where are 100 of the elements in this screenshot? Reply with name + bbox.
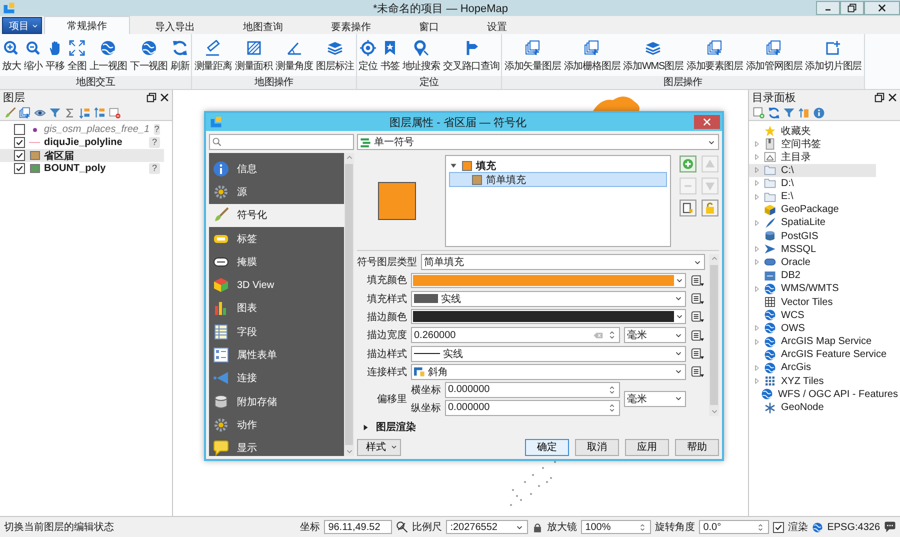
catalog-item[interactable]: Vector Tiles (749, 295, 900, 309)
catalog-item[interactable]: ArcGis (749, 361, 900, 375)
catalog-item[interactable]: OWS (749, 322, 900, 335)
catalog-item[interactable]: C:\ (749, 164, 876, 177)
section-item[interactable]: 字段 (209, 320, 344, 344)
dialog-button[interactable]: 应用 (625, 438, 669, 456)
ribbon-tab[interactable]: 设置 (464, 18, 530, 34)
expander-icon[interactable] (449, 161, 458, 170)
ribbon-tab[interactable]: 导入导出 (132, 18, 218, 34)
toolbar-button[interactable]: 缩小 (22, 36, 44, 76)
section-item[interactable]: 动作 (209, 413, 344, 437)
data-defined-icon[interactable] (690, 346, 705, 362)
fill-style-dropdown[interactable]: 实线 (411, 290, 686, 307)
data-defined-icon[interactable] (690, 309, 705, 324)
remove-layer-icon[interactable] (109, 106, 121, 118)
scale-dropdown[interactable]: :20276552 (446, 520, 528, 534)
unit-dropdown[interactable]: 毫米 (624, 327, 686, 344)
layer-add-icon[interactable] (19, 106, 31, 118)
number-field[interactable]: 0.260000 (411, 327, 620, 344)
toolbar-button[interactable]: 全图 (66, 36, 88, 76)
checkbox[interactable] (14, 124, 25, 135)
style-button[interactable]: 样式 (357, 438, 401, 456)
renderer-dropdown[interactable]: 单一符号 (357, 134, 719, 150)
toolbar-button[interactable]: 平移 (44, 36, 66, 76)
catalog-item[interactable]: Oracle (749, 256, 900, 270)
toolbar-button[interactable]: 添加要素图层 (685, 36, 744, 76)
toolbar-button[interactable]: 定位 (358, 36, 379, 76)
color-button[interactable] (411, 272, 686, 288)
ribbon-tab[interactable]: 窗口 (396, 18, 462, 34)
catalog-item[interactable]: XYZ Tiles (749, 374, 900, 388)
toolbar-button[interactable]: 刷新 (169, 36, 190, 76)
brush-icon[interactable] (4, 106, 16, 118)
crs-label[interactable]: EPSG:4326 (827, 522, 880, 532)
join-style-dropdown[interactable]: 斜角 (411, 364, 686, 380)
toolbar-button[interactable]: 地址搜索 (401, 36, 441, 76)
data-defined-icon[interactable] (690, 272, 705, 288)
close-icon[interactable] (159, 92, 170, 103)
color-button[interactable] (411, 309, 686, 324)
catalog-item[interactable]: GeoNode (749, 400, 900, 414)
data-defined-icon[interactable] (690, 328, 705, 343)
unit-dropdown[interactable]: 毫米 (624, 390, 686, 407)
section-item[interactable]: 连接 (209, 366, 344, 390)
toolbar-button[interactable]: 图层标注 (315, 36, 355, 76)
magnifier-field[interactable]: 100% (581, 520, 652, 534)
section-item[interactable]: 图表 (209, 296, 344, 320)
data-defined-icon[interactable] (690, 364, 705, 380)
section-item[interactable]: 掩膜 (209, 250, 344, 274)
data-defined-icon[interactable] (690, 291, 705, 306)
ribbon-tab[interactable]: 地图查询 (220, 18, 306, 34)
catalog-item[interactable]: ArcGIS Map Service (749, 335, 900, 348)
catalog-item[interactable]: WCS (749, 308, 900, 322)
section-item[interactable]: 3D View (209, 273, 344, 297)
dialog-button[interactable]: 帮助 (675, 438, 719, 456)
scrollbar[interactable] (344, 153, 354, 456)
ribbon-tab[interactable]: 要素操作 (308, 18, 394, 34)
toolbar-button[interactable]: 测量面积 (234, 36, 274, 76)
scrollbar[interactable] (709, 254, 719, 416)
ribbon-tab[interactable]: 常规操作 (44, 16, 130, 34)
catalog-item[interactable]: 空间书签 (749, 137, 900, 150)
checkbox[interactable] (14, 150, 25, 161)
expander-icon[interactable] (361, 422, 370, 432)
catalog-item[interactable]: PostGIS (749, 230, 900, 243)
catalog-item[interactable]: GeoPackage (749, 203, 900, 216)
section-item[interactable]: 源 (209, 180, 344, 204)
layer-row[interactable]: gis_osm_places_free_1 ? (0, 123, 164, 136)
toolbar-button[interactable]: 测量距离 (193, 36, 233, 76)
catalog-item[interactable]: WFS / OGC API - Features (749, 388, 900, 401)
toolbar-button[interactable]: 放大 (1, 36, 22, 76)
message-icon[interactable] (884, 521, 896, 533)
toolbar-button[interactable]: 上一视图 (88, 36, 128, 76)
tree-row[interactable]: 填充 (449, 159, 667, 172)
checkbox[interactable] (773, 522, 784, 532)
restore-icon[interactable] (874, 92, 885, 103)
coordinate-field[interactable]: 96.11,49.52 (324, 520, 392, 534)
catalog-item[interactable]: 收藏夹 (749, 124, 900, 138)
catalog-item[interactable]: E:\ (749, 190, 900, 204)
menu-button[interactable]: 项目 (2, 17, 42, 34)
catalog-item[interactable]: MSSQL (749, 242, 900, 256)
info-icon[interactable] (813, 106, 825, 118)
toolbar-button[interactable]: 测量角度 (274, 36, 314, 76)
toolbar-button[interactable]: 添加切片图层 (804, 36, 863, 76)
duplicate-icon[interactable] (679, 199, 697, 217)
checkbox[interactable] (14, 163, 25, 174)
add-layer-icon[interactable] (753, 106, 765, 118)
layer-row[interactable]: 省区届 (0, 149, 164, 162)
catalog-item[interactable]: 主目录 (749, 150, 900, 164)
section-item[interactable]: 显示 (209, 436, 344, 456)
section-item[interactable]: 标签 (209, 226, 344, 250)
toolbar-button[interactable]: 下一视图 (128, 36, 168, 76)
crosshair-icon[interactable] (396, 521, 408, 533)
section-item[interactable]: 符号化 (209, 204, 344, 227)
toolbar-button[interactable]: 添加栅格图层 (562, 36, 622, 76)
line-style-dropdown[interactable]: 实线 (411, 346, 686, 362)
layer-row[interactable]: BOUNT_poly ? (0, 162, 164, 175)
layer-row[interactable]: diquJie_polyline ? (0, 136, 164, 149)
toolbar-button[interactable]: 添加矢量图层 (503, 36, 562, 76)
restore-button[interactable] (840, 1, 864, 15)
restore-icon[interactable] (146, 92, 157, 103)
layer-type-dropdown[interactable]: 简单填充 (421, 254, 705, 270)
lock-icon[interactable] (532, 522, 544, 532)
